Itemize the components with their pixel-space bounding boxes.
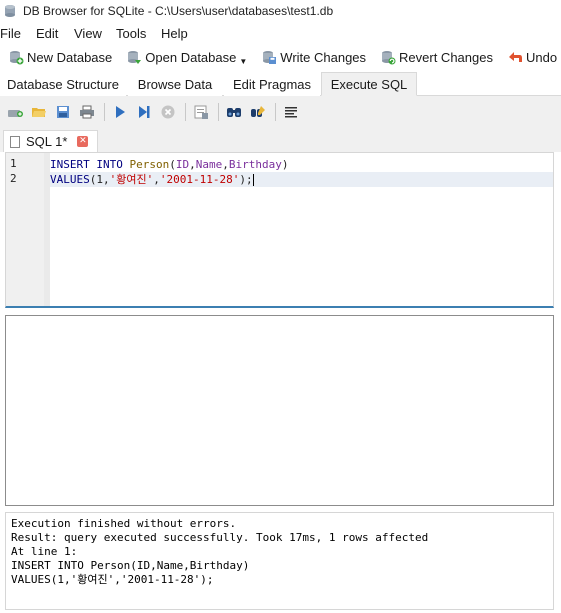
write-changes-button[interactable]: Write Changes xyxy=(257,45,370,69)
message-line: Execution finished without errors. xyxy=(11,517,237,530)
tab-browse-data[interactable]: Browse Data xyxy=(128,72,222,96)
line-number-gutter: 1 2 xyxy=(6,153,44,306)
main-toolbar: New Database Open Database ▼ Write Chang… xyxy=(0,44,561,70)
open-database-button[interactable]: Open Database ▼ xyxy=(122,45,251,69)
line-number: 1 xyxy=(10,157,17,170)
new-database-icon xyxy=(8,49,24,65)
save-results-icon[interactable] xyxy=(190,101,212,123)
menu-bar: File Edit View Tools Help xyxy=(0,22,561,44)
editor-tab-label: SQL 1* xyxy=(26,134,68,149)
results-grid[interactable] xyxy=(5,315,554,506)
menu-help[interactable]: Help xyxy=(161,26,188,41)
code-line: INSERT INTO Person(ID,Name,Birthday) xyxy=(50,157,553,172)
new-database-button[interactable]: New Database xyxy=(4,45,116,69)
message-line: INSERT INTO Person(ID,Name,Birthday) xyxy=(11,559,250,572)
code-token: ID xyxy=(175,158,190,171)
code-token: , xyxy=(103,173,110,186)
code-token: ) xyxy=(281,158,289,171)
document-icon xyxy=(10,135,20,148)
undo-label: Undo xyxy=(525,49,558,65)
editor-tab-sql-1[interactable]: SQL 1* ✕ xyxy=(3,130,98,152)
code-token: ( xyxy=(169,158,176,171)
code-token: , xyxy=(153,173,160,186)
database-app-icon xyxy=(3,4,17,18)
stop-execution-icon[interactable] xyxy=(157,101,179,123)
toolbar-separator xyxy=(218,103,219,121)
open-tab-icon[interactable] xyxy=(4,101,26,123)
tab-execute-sql[interactable]: Execute SQL xyxy=(321,72,417,96)
code-line-current: VALUES(1,'황여진','2001-11-28'); xyxy=(50,172,553,187)
code-token: VALUES xyxy=(50,173,90,186)
code-token: '2001-11-28' xyxy=(159,173,240,186)
message-line: VALUES(1,'황여진','2001-11-28'); xyxy=(11,573,214,586)
menu-file[interactable]: File xyxy=(0,26,36,41)
toolbar-separator xyxy=(104,103,105,121)
revert-changes-icon xyxy=(380,49,396,65)
code-token: , xyxy=(222,158,229,171)
revert-changes-button[interactable]: Revert Changes xyxy=(376,45,497,69)
window-title: DB Browser for SQLite - C:\Users\user\da… xyxy=(23,4,334,18)
menu-edit[interactable]: Edit xyxy=(36,26,74,41)
main-tab-bar: Database Structure Browse Data Edit Prag… xyxy=(0,72,561,96)
open-database-icon xyxy=(126,49,142,65)
save-sql-file-icon[interactable] xyxy=(52,101,74,123)
open-database-label: Open Database xyxy=(145,49,237,65)
sql-toolbar xyxy=(0,96,561,128)
code-token: INSERT xyxy=(50,158,90,171)
chevron-down-icon[interactable]: ▼ xyxy=(239,57,247,66)
menu-view[interactable]: View xyxy=(74,26,116,41)
text-cursor xyxy=(252,174,254,186)
close-icon[interactable]: ✕ xyxy=(77,136,89,147)
revert-changes-label: Revert Changes xyxy=(399,49,493,65)
find-replace-icon[interactable] xyxy=(247,101,269,123)
new-database-label: New Database xyxy=(27,49,113,65)
message-line: Result: query executed successfully. Too… xyxy=(11,531,429,544)
toolbar-separator xyxy=(275,103,276,121)
menu-tools[interactable]: Tools xyxy=(116,26,161,41)
execute-line-icon[interactable] xyxy=(133,101,155,123)
undo-icon xyxy=(507,49,523,65)
code-token: 1 xyxy=(96,173,103,186)
message-line: At line 1: xyxy=(11,545,78,558)
comment-icon[interactable] xyxy=(280,101,302,123)
toolbar-separator xyxy=(185,103,186,121)
code-token: Name xyxy=(195,158,223,171)
code-token: INTO xyxy=(96,158,123,171)
sql-editor[interactable]: 1 2 INSERT INTO Person(ID,Name,Birthday)… xyxy=(5,152,554,308)
title-bar: DB Browser for SQLite - C:\Users\user\da… xyxy=(0,0,561,22)
open-sql-file-icon[interactable] xyxy=(28,101,50,123)
code-token: Person xyxy=(129,158,170,171)
tab-database-structure[interactable]: Database Structure xyxy=(0,72,126,96)
code-token: Birthday xyxy=(228,158,282,171)
code-token: , xyxy=(189,158,196,171)
find-icon[interactable] xyxy=(223,101,245,123)
write-changes-label: Write Changes xyxy=(280,49,367,65)
code-token: ); xyxy=(239,173,253,186)
editor-tab-strip: SQL 1* ✕ xyxy=(0,128,561,152)
write-changes-icon xyxy=(261,49,277,65)
line-number: 2 xyxy=(10,172,17,185)
undo-button[interactable]: Undo xyxy=(503,45,561,69)
tab-edit-pragmas[interactable]: Edit Pragmas xyxy=(224,72,320,96)
code-token: '황여진' xyxy=(109,173,154,186)
print-icon[interactable] xyxy=(76,101,98,123)
execute-all-icon[interactable] xyxy=(109,101,131,123)
messages-pane[interactable]: Execution finished without errors. Resul… xyxy=(5,512,554,610)
